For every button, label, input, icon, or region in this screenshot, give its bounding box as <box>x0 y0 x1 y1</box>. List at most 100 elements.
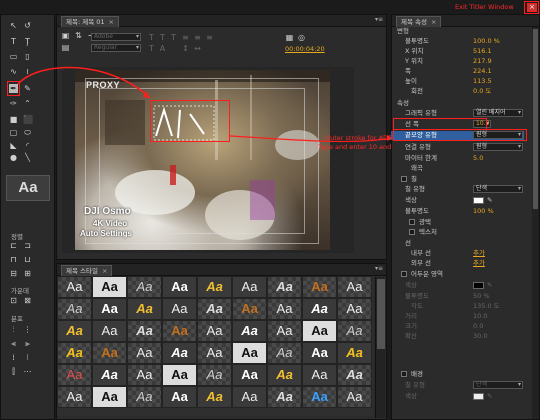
shadow-angle-value[interactable]: 135.0 도 <box>473 302 500 311</box>
show-background-video-icon[interactable]: ▦ <box>285 33 294 42</box>
style-swatch[interactable]: Aa <box>57 386 92 408</box>
distribute-2-icon[interactable]: ⋮ <box>23 325 32 334</box>
style-swatch[interactable]: Aa <box>127 364 162 386</box>
close-tab-icon[interactable]: × <box>109 18 114 26</box>
path-type-tool-icon[interactable]: ∿ <box>9 67 18 76</box>
rounded-corner-rect-tool-icon[interactable]: ⬭ <box>23 128 32 137</box>
styles-scroll-thumb[interactable] <box>377 279 385 349</box>
background-header[interactable]: 배경 <box>411 370 423 379</box>
xpos-value[interactable]: 516.1 <box>473 47 492 56</box>
opacity-value[interactable]: 100.0 % <box>473 37 500 46</box>
rectangle-tool-icon[interactable]: ■ <box>9 115 18 124</box>
style-swatch[interactable]: Aa <box>302 320 337 342</box>
font-style-dropdown[interactable]: Regular <box>91 44 141 52</box>
style-swatch[interactable]: Aa <box>92 386 127 408</box>
ellipse-tool-icon[interactable]: ● <box>9 153 18 162</box>
stroke-header[interactable]: 선 <box>405 239 411 248</box>
shadow-header[interactable]: 어두운 영역 <box>411 270 443 279</box>
texture-checkbox[interactable] <box>409 229 415 235</box>
style-swatch[interactable]: Aa <box>302 342 337 364</box>
style-swatch[interactable]: Aa <box>197 364 232 386</box>
leading-icon[interactable]: ↕ <box>181 44 190 53</box>
add-anchor-tool-icon[interactable]: ✑ <box>9 99 18 108</box>
inner-stroke-add-link[interactable]: 추가 <box>473 249 485 258</box>
style-swatch[interactable]: Aa <box>267 364 302 386</box>
style-swatch[interactable]: Aa <box>232 386 267 408</box>
sheen-checkbox[interactable] <box>409 219 415 225</box>
close-properties-tab-icon[interactable]: × <box>431 18 436 26</box>
graphic-type-dropdown[interactable]: 열린 베지어 <box>473 109 523 117</box>
shadow-opacity-value[interactable]: 50 % <box>473 292 490 301</box>
bg-color-swatch[interactable] <box>473 393 484 400</box>
convert-anchor-tool-icon[interactable]: ⌃ <box>23 99 32 108</box>
rotate-tool-icon[interactable]: ↺ <box>23 21 32 30</box>
style-swatch[interactable]: Aa <box>197 298 232 320</box>
distribute-3-icon[interactable]: ⫷ <box>9 339 18 348</box>
align-right-icon[interactable]: ⊟ <box>9 269 18 278</box>
style-swatch[interactable]: Aa <box>162 298 197 320</box>
align-right-text-icon[interactable]: ≡ <box>205 33 214 42</box>
distort-label[interactable]: 왜곡 <box>411 164 423 173</box>
transform-header[interactable]: 변형 <box>397 27 409 36</box>
style-swatch[interactable]: Aa <box>267 320 302 342</box>
fill-header[interactable]: 칠 <box>411 175 417 184</box>
underline-icon[interactable]: T <box>169 33 178 42</box>
vertical-area-type-tool-icon[interactable]: ▯ <box>23 52 32 61</box>
eyedropper-icon[interactable]: ✎ <box>487 196 492 205</box>
type-tool-icon[interactable]: T <box>9 37 18 46</box>
texture-label[interactable]: 텍스처 <box>419 228 437 237</box>
close-styles-tab-icon[interactable]: × <box>102 267 107 275</box>
shadow-size-value[interactable]: 0.0 <box>473 322 483 331</box>
style-swatch[interactable]: Aa <box>302 386 337 408</box>
style-swatch[interactable]: Aa <box>197 320 232 342</box>
style-swatch[interactable]: Aa <box>232 298 267 320</box>
bold-icon[interactable]: T <box>147 33 156 42</box>
style-swatch[interactable]: Aa <box>57 320 92 342</box>
properties-header[interactable]: 속성 <box>397 99 409 108</box>
style-swatch[interactable]: Aa <box>197 386 232 408</box>
roll-crawl-icon[interactable]: ⇅ <box>74 31 83 40</box>
align-middle-icon[interactable]: ⊔ <box>23 255 32 264</box>
style-swatch[interactable]: Aa <box>57 298 92 320</box>
styles-scrollbar[interactable] <box>375 277 385 418</box>
wedge-tool-icon[interactable]: ◣ <box>9 141 18 150</box>
style-swatch[interactable]: Aa <box>197 342 232 364</box>
center-vertical-icon[interactable]: ⊠ <box>23 296 32 305</box>
align-top-icon[interactable]: ⊓ <box>9 255 18 264</box>
fill-checkbox[interactable] <box>401 176 407 182</box>
sync-icon[interactable]: ◎ <box>297 33 306 42</box>
tab-title[interactable]: 제목: 제목 01 × <box>61 16 119 27</box>
style-swatch[interactable]: Aa <box>302 364 337 386</box>
distribute-7-icon[interactable]: ⫿ <box>9 367 18 376</box>
style-swatch[interactable]: Aa <box>267 386 302 408</box>
shadow-eyedropper-icon[interactable]: ✎ <box>487 281 492 290</box>
distribute-8-icon[interactable]: ⋯ <box>23 367 32 376</box>
style-swatch[interactable]: Aa <box>92 298 127 320</box>
panel-menu-icon[interactable]: ▾≡ <box>375 16 383 23</box>
style-swatch[interactable]: Aa <box>337 386 372 408</box>
style-swatch[interactable]: Aa <box>232 320 267 342</box>
vertical-path-type-tool-icon[interactable]: ≀ <box>23 67 32 76</box>
center-horizontal-icon[interactable]: ⊡ <box>9 296 18 305</box>
italic-icon[interactable]: T <box>158 33 167 42</box>
style-swatch[interactable]: Aa <box>197 276 232 298</box>
style-swatch[interactable]: Aa <box>57 364 92 386</box>
height-value[interactable]: 113.5 <box>473 77 492 86</box>
font-family-dropdown[interactable]: Adobe <box>91 33 141 41</box>
ypos-value[interactable]: 217.9 <box>473 57 492 66</box>
drawn-bezier-shape[interactable] <box>150 100 230 142</box>
fill-opacity-value[interactable]: 100 % <box>473 207 494 216</box>
delete-anchor-tool-icon[interactable]: ✎ <box>23 84 32 93</box>
style-swatch[interactable]: Aa <box>92 342 127 364</box>
sheen-label[interactable]: 광택 <box>419 218 431 227</box>
style-swatch[interactable]: Aa <box>57 276 92 298</box>
style-swatch[interactable]: Aa <box>127 276 162 298</box>
distribute-4-icon[interactable]: ⫸ <box>23 339 32 348</box>
style-swatch[interactable]: Aa <box>267 276 302 298</box>
style-swatch[interactable]: Aa <box>127 320 162 342</box>
style-swatch[interactable]: Aa <box>127 298 162 320</box>
tracking-icon[interactable]: ↔ <box>193 44 202 53</box>
style-swatch[interactable]: Aa <box>162 276 197 298</box>
style-swatch[interactable]: Aa <box>232 342 267 364</box>
style-swatch[interactable]: Aa <box>302 276 337 298</box>
